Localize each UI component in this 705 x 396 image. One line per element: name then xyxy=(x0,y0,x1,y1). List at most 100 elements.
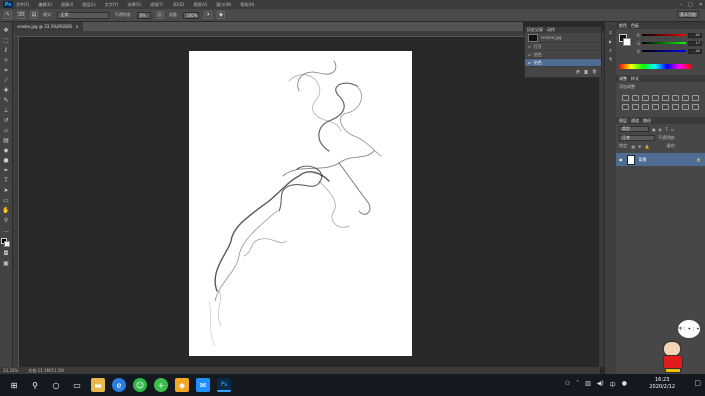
history-item[interactable]: ▫ 打开 xyxy=(525,43,601,51)
history-brush-tool-icon[interactable]: ↺ xyxy=(2,116,11,125)
filter-shape-icon[interactable]: ▭ xyxy=(671,127,675,132)
healing-brush-tool-icon[interactable]: ✚ xyxy=(2,86,11,95)
shape-tool-icon[interactable]: ▭ xyxy=(2,196,11,205)
desktop-mascot-widget[interactable]: 中 ：✦ ：✦ xyxy=(655,315,703,375)
menu-3d[interactable]: 3D(D) xyxy=(173,2,185,7)
brightness-icon[interactable] xyxy=(622,95,629,101)
blue-slider[interactable] xyxy=(641,50,686,52)
close-tab-icon[interactable]: × xyxy=(75,24,78,29)
color-lookup-icon[interactable] xyxy=(642,104,649,110)
photoshop-taskbar-icon[interactable]: Ps xyxy=(217,378,231,392)
color-background-chip[interactable] xyxy=(623,38,631,46)
pressure-size-icon[interactable]: ◉ xyxy=(217,11,226,19)
blue-input[interactable]: 16 xyxy=(687,48,702,54)
browser-icon[interactable]: e xyxy=(112,378,126,392)
tab-color[interactable]: 颜色 xyxy=(619,23,627,29)
more-tools-icon[interactable]: … xyxy=(2,226,11,235)
zoom-tool-icon[interactable]: ⚲ xyxy=(2,216,11,225)
tab-styles[interactable]: 样式 xyxy=(631,76,639,82)
menu-select[interactable]: 选择(S) xyxy=(127,2,141,8)
hue-saturation-icon[interactable] xyxy=(672,95,679,101)
eyedropper-tool-icon[interactable]: ⁄ xyxy=(2,76,11,85)
layer-row[interactable]: ◉ 背景 🔒 xyxy=(616,153,705,166)
volume-icon[interactable]: ◀) xyxy=(597,380,604,389)
pen-tool-icon[interactable]: ✒ xyxy=(2,166,11,175)
threshold-icon[interactable] xyxy=(672,104,679,110)
workspace-select[interactable]: 基本功能 xyxy=(677,11,699,18)
minimize-button[interactable]: – xyxy=(680,2,683,8)
taskbar-clock[interactable]: 16:23 2020/2/12 xyxy=(649,377,675,391)
lock-all-icon[interactable]: 🔒 xyxy=(645,144,650,149)
ime-indicator[interactable]: 中 xyxy=(610,380,616,389)
brush-panel-toggle-icon[interactable]: ▤ xyxy=(30,11,38,19)
posterize-icon[interactable] xyxy=(662,104,669,110)
vibrance-icon[interactable] xyxy=(662,95,669,101)
marquee-tool-icon[interactable]: ⬚ xyxy=(2,36,11,45)
network-icon[interactable]: ▥ xyxy=(585,380,591,389)
document-tab[interactable]: smoke.jpg @ 33.3%(RGB/8) × xyxy=(13,22,83,31)
background-color[interactable] xyxy=(4,241,10,247)
character-dock-icon[interactable]: A xyxy=(609,48,612,53)
photo-filter-icon[interactable] xyxy=(622,104,629,110)
delete-icon[interactable]: 🗑 xyxy=(592,69,597,74)
tab-actions[interactable]: 动作 xyxy=(547,27,555,33)
actions-dock-icon[interactable]: ▶ xyxy=(609,39,612,44)
close-button[interactable]: ✕ xyxy=(699,2,703,8)
app-green-icon[interactable]: + xyxy=(154,378,168,392)
red-input[interactable]: 20 xyxy=(687,32,702,38)
black-white-icon[interactable] xyxy=(692,95,699,101)
task-view-icon[interactable]: ▭ xyxy=(70,378,84,392)
airbrush-icon[interactable]: ✈ xyxy=(204,11,213,19)
history-item[interactable]: ▫ 拾色 xyxy=(525,51,601,59)
invert-icon[interactable] xyxy=(652,104,659,110)
clone-stamp-tool-icon[interactable]: ⊥ xyxy=(2,106,11,115)
antivirus-tray-icon[interactable]: ● xyxy=(622,380,627,389)
filter-adjust-icon[interactable]: ◐ xyxy=(659,127,663,132)
app-orange-icon[interactable]: ◆ xyxy=(175,378,189,392)
app-blue-icon[interactable]: ✉ xyxy=(196,378,210,392)
maximize-button[interactable]: □ xyxy=(688,2,693,8)
gradient-tool-icon[interactable]: ▤ xyxy=(2,136,11,145)
brush-tool-icon[interactable]: ✎ xyxy=(2,96,11,105)
opacity-input[interactable]: 8% xyxy=(136,11,151,19)
lasso-tool-icon[interactable]: ℓ xyxy=(2,46,11,55)
brush-tool-icon[interactable]: ✎ xyxy=(4,11,12,19)
file-explorer-icon[interactable]: ▬ xyxy=(91,378,105,392)
search-icon[interactable]: ⚲ xyxy=(28,378,42,392)
menu-image[interactable]: 图像(I) xyxy=(61,2,73,8)
curves-icon[interactable] xyxy=(642,95,649,101)
new-snapshot-icon[interactable]: ◩ xyxy=(576,69,580,74)
paragraph-dock-icon[interactable]: ¶ xyxy=(609,57,612,62)
blur-tool-icon[interactable]: ◆ xyxy=(2,146,11,155)
document-canvas[interactable] xyxy=(189,51,412,356)
brush-size-picker[interactable]: 30 xyxy=(17,11,25,19)
red-slider[interactable] xyxy=(641,34,686,36)
filter-type-icon[interactable]: T xyxy=(665,127,667,132)
history-dock-icon[interactable]: ⧖ xyxy=(609,30,612,35)
type-tool-icon[interactable]: T xyxy=(2,176,11,185)
pressure-opacity-icon[interactable]: ◎ xyxy=(155,11,164,19)
mode-select[interactable]: 正常 xyxy=(57,11,110,19)
quick-mask-icon[interactable]: ◘ xyxy=(2,249,11,258)
exposure-icon[interactable] xyxy=(652,95,659,101)
filter-pixel-icon[interactable]: ▣ xyxy=(652,127,656,132)
flow-input[interactable]: 100% xyxy=(183,11,200,19)
menu-window[interactable]: 窗口(W) xyxy=(216,2,231,8)
menu-layer[interactable]: 图层(L) xyxy=(82,2,95,8)
screen-mode-icon[interactable]: ▣ xyxy=(2,259,11,268)
color-spectrum-bar[interactable] xyxy=(619,64,691,69)
gradient-map-icon[interactable] xyxy=(682,104,689,110)
history-item[interactable]: ▫ 仿色 xyxy=(525,59,601,67)
crop-tool-icon[interactable]: ⌗ xyxy=(2,66,11,75)
tab-channels[interactable]: 通道 xyxy=(631,118,639,124)
notifications-icon[interactable]: ▢ xyxy=(694,379,701,387)
menu-file[interactable]: 文件(F) xyxy=(16,2,29,8)
color-balance-icon[interactable] xyxy=(682,95,689,101)
visibility-eye-icon[interactable]: ◉ xyxy=(619,157,623,162)
tab-layers[interactable]: 图层 xyxy=(619,118,627,124)
blend-mode-select[interactable]: 正常 xyxy=(619,135,655,141)
dodge-tool-icon[interactable]: ● xyxy=(2,156,11,165)
channel-mixer-icon[interactable] xyxy=(632,104,639,110)
tab-history[interactable]: 历史记录 xyxy=(527,27,543,33)
levels-icon[interactable] xyxy=(632,95,639,101)
